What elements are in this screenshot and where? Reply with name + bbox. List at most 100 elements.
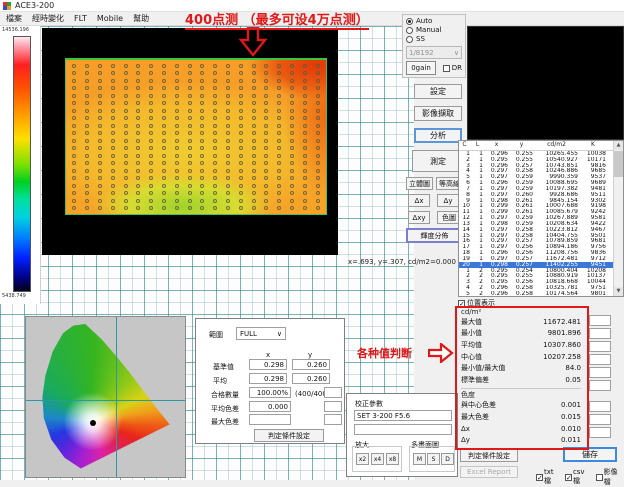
measure-point-dot bbox=[290, 116, 294, 120]
measure-point-dot bbox=[111, 176, 115, 180]
reference-x-field[interactable]: 0.298 bbox=[249, 359, 287, 370]
scroll-up-icon[interactable]: ▲ bbox=[614, 141, 623, 150]
table-row[interactable]: 520.2960.25810174.5649801 bbox=[459, 291, 623, 297]
measure-point-dot bbox=[277, 191, 281, 195]
measure-point-dot bbox=[162, 206, 166, 210]
position-display-checkbox[interactable] bbox=[458, 300, 465, 307]
measure-point-dot bbox=[200, 154, 204, 158]
col-header-x: x bbox=[485, 141, 510, 150]
stereo-button[interactable]: 立體圖 bbox=[406, 177, 433, 190]
result-row: 標準偏差0.05 bbox=[461, 374, 581, 386]
multiscreen-s-button[interactable]: S bbox=[427, 453, 440, 465]
average-x-field[interactable]: 0.298 bbox=[249, 373, 287, 384]
reference-y-field[interactable]: 0.260 bbox=[292, 359, 330, 370]
measure-point-dot bbox=[98, 101, 102, 105]
measure-point-dot bbox=[290, 176, 294, 180]
measure-point-dot bbox=[213, 124, 217, 128]
measure-point-dot bbox=[188, 199, 192, 203]
image-checkbox[interactable] bbox=[596, 474, 603, 481]
measure-point-dot bbox=[239, 86, 243, 90]
measure-point-dot bbox=[200, 94, 204, 98]
txt-checkbox[interactable] bbox=[536, 474, 543, 481]
capture-button[interactable]: 影像擷取 bbox=[414, 106, 462, 121]
measure-point-dot bbox=[162, 64, 166, 68]
result-row: 最大值11672.481 bbox=[461, 316, 581, 328]
position-display-row[interactable]: 位置表示 bbox=[458, 298, 495, 308]
result-row: 中心值10207.258 bbox=[461, 351, 581, 363]
measure-point-dot bbox=[162, 79, 166, 83]
measure-point-dot bbox=[264, 184, 268, 188]
measure-point-dot bbox=[175, 184, 179, 188]
measure-point-dot bbox=[111, 169, 115, 173]
judge-settings-button-right[interactable]: 判定條件設定 bbox=[460, 449, 518, 462]
radio-row-ss[interactable]: SS bbox=[406, 35, 462, 44]
menu-item-flt[interactable]: FLT bbox=[74, 14, 87, 23]
measure-point-dot bbox=[149, 154, 153, 158]
luminance-dist-button[interactable]: 輝度分佈 bbox=[406, 228, 463, 243]
measure-button[interactable]: 測定 bbox=[412, 150, 464, 172]
settings-button[interactable]: 設定 bbox=[414, 84, 462, 99]
scrollbar-thumb[interactable] bbox=[614, 151, 623, 177]
measure-point-dot bbox=[85, 79, 89, 83]
average-y-field[interactable]: 0.260 bbox=[292, 373, 330, 384]
radio-manual[interactable] bbox=[406, 27, 413, 34]
scroll-down-icon[interactable]: ▼ bbox=[614, 287, 623, 296]
radio-auto[interactable] bbox=[406, 18, 413, 25]
measure-point-dot bbox=[200, 176, 204, 180]
measure-points-grid bbox=[68, 62, 324, 212]
analyze-button[interactable]: 分析 bbox=[414, 128, 462, 143]
measure-point-dot bbox=[136, 124, 140, 128]
measure-point-dot bbox=[124, 161, 128, 165]
measure-point-dot bbox=[316, 124, 320, 128]
radio-row-manual[interactable]: Manual bbox=[406, 26, 462, 35]
measure-point-dot bbox=[239, 146, 243, 150]
radio-row-auto[interactable]: Auto bbox=[406, 17, 462, 26]
measurement-stage[interactable] bbox=[42, 28, 338, 255]
multiscreen-m-button[interactable]: M bbox=[413, 453, 426, 465]
csv-checkbox[interactable] bbox=[565, 474, 572, 481]
measure-point-dot bbox=[98, 86, 102, 90]
annotation-right-arrow bbox=[428, 343, 454, 363]
measure-point-dot bbox=[303, 146, 307, 150]
measure-point-dot bbox=[264, 191, 268, 195]
range-dropdown[interactable]: FULL ∨ bbox=[236, 327, 286, 340]
calibration-param2-field[interactable] bbox=[354, 424, 452, 435]
menu-item-help[interactable]: 幫助 bbox=[133, 13, 149, 24]
measure-point-dot bbox=[111, 206, 115, 210]
radio-ss[interactable] bbox=[406, 36, 413, 43]
menu-item-trend[interactable]: 經時變化 bbox=[32, 13, 64, 24]
zoom-x2-button[interactable]: x2 bbox=[356, 453, 369, 465]
measure-point-dot bbox=[277, 161, 281, 165]
delta-xy-button[interactable]: Δxy bbox=[408, 211, 430, 224]
excel-report-button[interactable]: Excel Report bbox=[460, 466, 518, 478]
measure-point-dot bbox=[290, 109, 294, 113]
table-scrollbar[interactable]: ▲ ▼ bbox=[613, 141, 623, 296]
measure-point-dot bbox=[98, 139, 102, 143]
menu-item-mobile[interactable]: Mobile bbox=[97, 14, 123, 23]
measure-point-dot bbox=[200, 116, 204, 120]
measure-point-dot bbox=[98, 109, 102, 113]
zoom-x4-button[interactable]: x4 bbox=[371, 453, 384, 465]
luminance-heatmap[interactable] bbox=[65, 58, 327, 215]
dr-checkbox[interactable] bbox=[443, 65, 450, 72]
calibration-param1-field[interactable]: SET 3-200 F5.6 bbox=[354, 410, 452, 421]
measure-point-dot bbox=[316, 154, 320, 158]
judge-box bbox=[589, 427, 611, 438]
judge-settings-button-middle[interactable]: 判定條件設定 bbox=[254, 429, 324, 442]
menu-item-file[interactable]: 檔案 bbox=[6, 13, 22, 24]
delta-y-button[interactable]: Δy bbox=[437, 194, 459, 207]
measure-point-dot bbox=[72, 206, 76, 210]
gain-button[interactable]: 0gain bbox=[406, 61, 436, 75]
zoom-x8-button[interactable]: x8 bbox=[386, 453, 399, 465]
measure-point-dot bbox=[111, 139, 115, 143]
save-button[interactable]: 儲存 bbox=[563, 447, 617, 462]
measure-point-dot bbox=[175, 176, 179, 180]
measure-point-dot bbox=[98, 154, 102, 158]
delta-x-button[interactable]: Δx bbox=[408, 194, 430, 207]
measure-point-dot bbox=[303, 169, 307, 173]
multiscreen-d-button[interactable]: D bbox=[441, 453, 454, 465]
measure-point-dot bbox=[162, 191, 166, 195]
shutter-dropdown[interactable]: 1/8192 ∨ bbox=[406, 46, 462, 59]
measure-point-dot bbox=[226, 116, 230, 120]
measure-point-dot bbox=[149, 86, 153, 90]
